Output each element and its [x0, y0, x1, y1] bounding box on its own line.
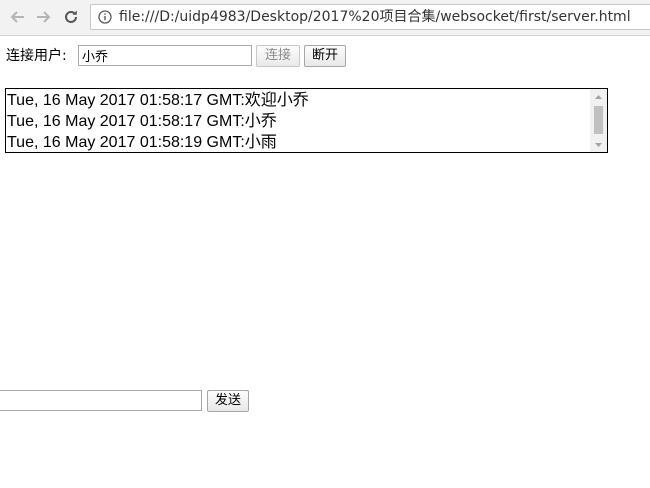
- info-icon[interactable]: [98, 10, 112, 24]
- connect-button[interactable]: 连接: [256, 45, 300, 67]
- scroll-up-button[interactable]: [590, 89, 607, 104]
- forward-button[interactable]: [31, 5, 55, 29]
- back-button[interactable]: [6, 5, 30, 29]
- message-input[interactable]: [0, 390, 202, 411]
- user-label: 连接用户:: [6, 48, 67, 64]
- browser-toolbar: file:///D:/uidp4983/Desktop/2017%20项目合集/…: [0, 0, 650, 36]
- log-line: Tue, 16 May 2017 01:58:17 GMT:欢迎小乔: [7, 92, 309, 109]
- address-url: file:///D:/uidp4983/Desktop/2017%20项目合集/…: [119, 9, 631, 25]
- reload-button[interactable]: [59, 5, 83, 29]
- caret-up-icon: [595, 94, 602, 99]
- send-button[interactable]: 发送: [207, 390, 249, 412]
- message-log[interactable]: Tue, 16 May 2017 01:58:17 GMT:欢迎小乔 Tue, …: [5, 88, 608, 153]
- address-bar[interactable]: file:///D:/uidp4983/Desktop/2017%20项目合集/…: [90, 4, 650, 30]
- scroll-thumb[interactable]: [594, 106, 603, 134]
- arrow-right-icon: [37, 11, 51, 23]
- reload-icon: [65, 10, 77, 23]
- disconnect-button[interactable]: 断开: [304, 45, 346, 67]
- log-scrollbar[interactable]: [590, 89, 607, 152]
- user-input[interactable]: [78, 45, 252, 66]
- log-line: Tue, 16 May 2017 01:58:17 GMT:小乔: [7, 113, 277, 130]
- log-line: Tue, 16 May 2017 01:58:19 GMT:小雨: [7, 134, 277, 151]
- page-content: 连接用户: 连接 断开 Tue, 16 May 2017 01:58:17 GM…: [0, 36, 650, 488]
- log-lines: Tue, 16 May 2017 01:58:17 GMT:欢迎小乔 Tue, …: [7, 90, 589, 152]
- arrow-left-icon: [10, 11, 24, 23]
- caret-down-icon: [595, 142, 602, 147]
- scroll-down-button[interactable]: [590, 137, 607, 152]
